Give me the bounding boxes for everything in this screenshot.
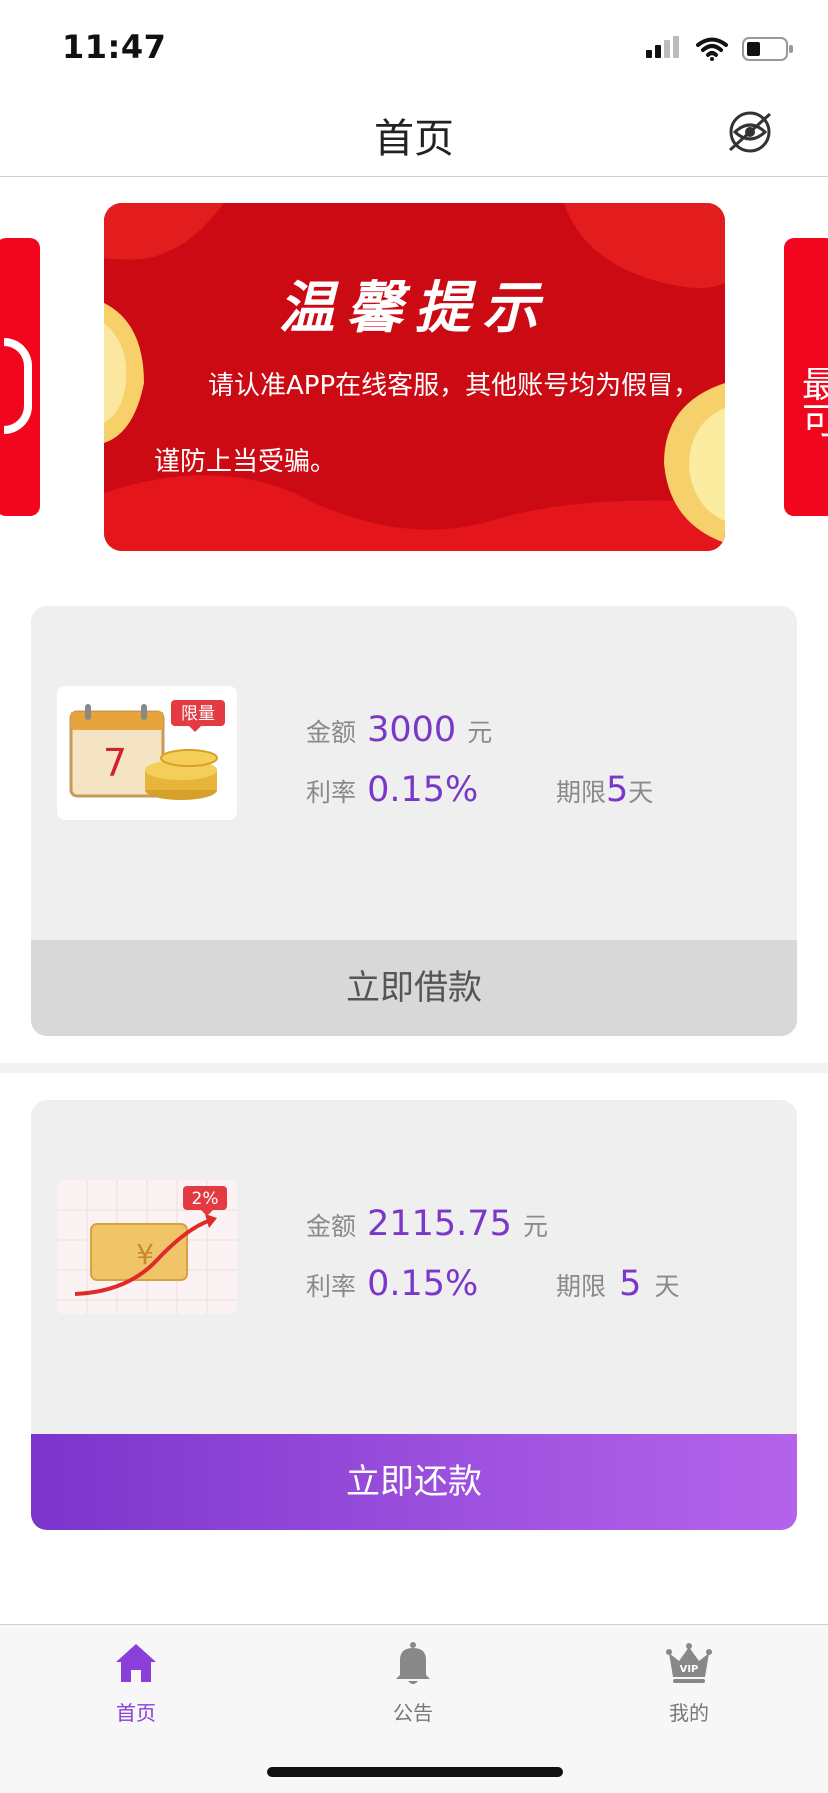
wifi-icon [696, 37, 728, 61]
tab-announcements-label: 公告 [393, 1701, 433, 1725]
side-slide-text: 最可 [802, 365, 828, 442]
no-eye-icon [728, 111, 772, 153]
term-value: 5 [606, 770, 629, 810]
home-icon [116, 1644, 156, 1682]
ticket-growth-icon: ¥ 2% [57, 1180, 237, 1314]
carousel-prev-slide[interactable] [0, 238, 40, 516]
section-divider [0, 1063, 828, 1073]
product-image-calendar: 7 限量 [57, 686, 237, 820]
repay-product-card: ¥ 2% 金额 2115.75 元 利率 0.15% 期限 5 天 立即还款 [31, 1100, 797, 1530]
signal-icon [646, 36, 679, 58]
calendar-day: 7 [103, 741, 127, 785]
side-slide-glyph [4, 338, 32, 434]
vip-crown-icon: VIP [666, 1643, 712, 1683]
nav-bar: 首页 [0, 88, 828, 177]
repay-now-button[interactable]: 立即还款 [31, 1434, 797, 1530]
rate-row: 利率 0.15% [306, 1264, 478, 1304]
rate-value: 0.15% [367, 1264, 479, 1304]
tab-mine[interactable]: VIP 我的 [629, 1639, 749, 1726]
amount-unit: 元 [467, 718, 493, 747]
term-unit: 天 [654, 1272, 680, 1301]
loan-product-card: 7 限量 金额 3000 元 利率 0.15% 期限5天 立即借款 [31, 606, 797, 1036]
page-title: 首页 [374, 116, 454, 162]
term-row: 期限5天 [556, 770, 653, 810]
bell-icon [396, 1642, 430, 1684]
status-bar: 11:47 [0, 0, 828, 88]
battery-icon [742, 37, 793, 61]
calendar-coins-icon: 7 限量 [69, 700, 225, 800]
banner-carousel[interactable]: 温馨提示 请认准APP在线客服，其他账号均为假冒， 谨防上当受骗。 最可 [0, 200, 828, 556]
borrow-now-button[interactable]: 立即借款 [31, 940, 797, 1036]
product-image-ticket: ¥ 2% [57, 1180, 237, 1314]
amount-value: 3000 [367, 710, 457, 750]
banner-text-line2: 谨防上当受骗。 [154, 447, 337, 477]
rate-label: 利率 [306, 778, 357, 807]
amount-label: 金额 [306, 718, 357, 747]
term-unit: 天 [628, 778, 654, 807]
amount-row: 金额 2115.75 元 [306, 1204, 548, 1244]
tab-home-label: 首页 [116, 1701, 156, 1725]
svg-text:VIP: VIP [680, 1664, 699, 1675]
amount-value: 2115.75 [367, 1204, 512, 1244]
image-badge: 限量 [181, 704, 215, 724]
amount-unit: 元 [522, 1212, 548, 1241]
amount-label: 金额 [306, 1212, 357, 1241]
term-value: 5 [619, 1264, 642, 1304]
banner-text-line1: 请认准APP在线客服，其他账号均为假冒， [208, 371, 700, 401]
tab-home[interactable]: 首页 [76, 1639, 196, 1726]
banner-slide[interactable]: 温馨提示 请认准APP在线客服，其他账号均为假冒， 谨防上当受骗。 [104, 203, 725, 551]
banner-title: 温馨提示 [278, 275, 551, 341]
term-row: 期限 5 天 [556, 1264, 680, 1304]
rate-row: 利率 0.15% [306, 770, 478, 810]
status-icons [646, 34, 794, 64]
carousel-next-slide[interactable]: 最可 [784, 238, 828, 516]
image-badge: 2% [192, 1189, 219, 1209]
rate-label: 利率 [306, 1272, 357, 1301]
amount-row: 金额 3000 元 [306, 710, 492, 750]
rate-value: 0.15% [367, 770, 479, 810]
nav-action-button[interactable] [726, 108, 774, 156]
term-label: 期限 [556, 1272, 607, 1301]
tab-announcements[interactable]: 公告 [353, 1639, 473, 1726]
status-time: 11:47 [62, 28, 167, 66]
term-label: 期限 [556, 778, 607, 807]
home-indicator [267, 1767, 563, 1777]
tab-mine-label: 我的 [669, 1701, 709, 1725]
